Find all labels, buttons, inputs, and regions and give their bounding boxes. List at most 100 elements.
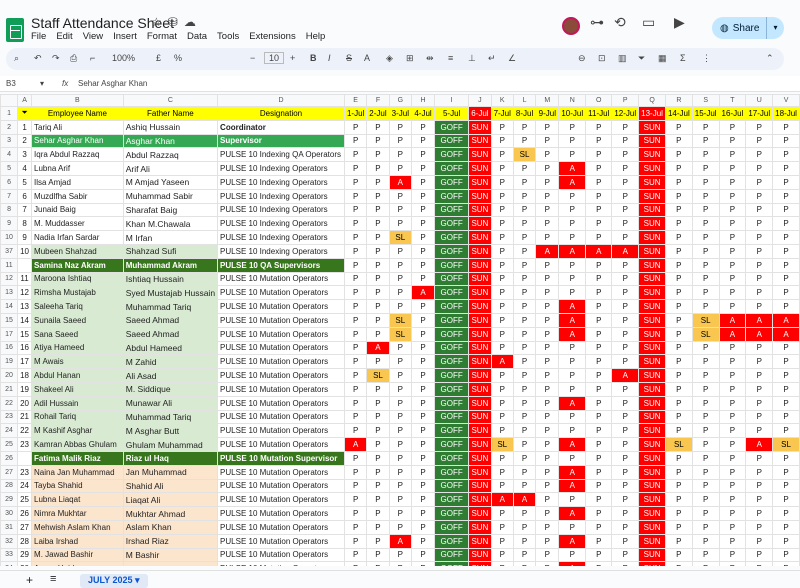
attendance-cell[interactable]: P [664,299,693,314]
attendance-cell[interactable]: P [772,202,800,218]
attendance-cell[interactable]: SUN [468,395,492,411]
attendance-cell[interactable]: P [512,395,537,411]
header-cell[interactable]: 9-Jul [535,106,560,121]
column-header-N[interactable]: N [558,94,587,107]
attendance-cell[interactable]: P [343,299,368,314]
attendance-cell[interactable]: P [535,423,560,439]
attendance-cell[interactable]: P [691,533,720,549]
attendance-cell[interactable]: SUN [638,285,666,301]
attendance-cell[interactable]: P [490,285,514,301]
attendance-cell[interactable]: P [388,119,412,135]
attendance-cell[interactable]: P [512,202,537,218]
attendance-cell[interactable]: P [585,216,613,232]
attendance-cell[interactable]: P [718,395,747,411]
father-cell[interactable]: Saeed Ahmad [122,326,219,342]
attendance-cell[interactable]: P [718,161,747,176]
attendance-cell[interactable]: P [611,202,640,218]
attendance-cell[interactable]: P [772,340,800,356]
designation-cell[interactable]: PULSE 10 Mutation Operators [217,437,345,452]
father-cell[interactable]: Abdul Hameed [122,340,219,356]
header-cell[interactable]: 2-Jul [366,106,390,121]
attendance-cell[interactable]: P [366,188,390,204]
attendance-cell[interactable]: P [535,202,560,218]
attendance-cell[interactable]: GOFF [434,119,470,135]
attendance-cell[interactable]: P [558,381,587,397]
attendance-cell[interactable]: P [410,492,436,508]
serial-cell[interactable]: 4 [17,161,33,176]
attendance-cell[interactable]: A [772,312,800,328]
attendance-cell[interactable]: P [410,354,436,370]
attendance-cell[interactable]: P [664,202,693,218]
attendance-cell[interactable]: P [490,561,514,566]
name-cell[interactable]: Adil Hussain [31,395,124,411]
attendance-cell[interactable]: P [611,257,640,273]
attendance-cell[interactable]: GOFF [434,202,470,218]
attendance-cell[interactable]: P [410,312,436,328]
attendance-cell[interactable]: P [512,188,537,204]
serial-cell[interactable]: 25 [17,492,33,508]
name-cell[interactable]: Kamran Abbas Ghulam [31,437,124,452]
attendance-cell[interactable]: P [535,230,560,245]
attendance-cell[interactable]: A [558,478,587,494]
attendance-cell[interactable]: P [343,354,368,370]
attendance-cell[interactable]: P [611,492,640,508]
attendance-cell[interactable]: P [745,243,774,259]
attendance-cell[interactable]: GOFF [434,395,470,411]
attendance-cell[interactable]: P [691,437,720,452]
attendance-cell[interactable]: P [512,230,537,245]
more-icon[interactable]: ⋮ [702,53,711,64]
attendance-cell[interactable]: P [611,133,640,149]
attendance-cell[interactable]: P [366,478,390,494]
father-cell[interactable]: M Bashir [122,547,219,563]
attendance-cell[interactable]: P [745,354,774,370]
attendance-cell[interactable]: P [585,423,613,439]
attendance-cell[interactable]: P [691,561,720,566]
serial-cell[interactable]: 19 [17,381,33,397]
designation-cell[interactable]: PULSE 10 Mutation Supervisor [217,450,345,466]
attendance-cell[interactable]: SUN [468,561,492,566]
attendance-cell[interactable]: P [558,450,587,466]
serial-cell[interactable]: 3 [17,147,33,163]
attendance-cell[interactable]: P [388,340,412,356]
attendance-cell[interactable]: P [512,161,537,176]
fill-color-icon[interactable]: ◈ [386,53,393,64]
attendance-cell[interactable]: P [585,395,613,411]
attendance-cell[interactable]: GOFF [434,340,470,356]
attendance-cell[interactable]: P [343,216,368,232]
attendance-cell[interactable]: P [410,409,436,425]
attendance-cell[interactable]: GOFF [434,188,470,204]
row-header[interactable]: 25 [0,437,19,452]
attendance-cell[interactable]: P [490,519,514,535]
designation-cell[interactable]: PULSE 10 Mutation Operators [217,326,345,342]
attendance-cell[interactable]: GOFF [434,326,470,342]
attendance-cell[interactable]: P [611,326,640,342]
attendance-cell[interactable]: P [745,478,774,494]
attendance-cell[interactable]: SUN [638,464,666,480]
row-header[interactable]: 34 [0,561,19,566]
attendance-cell[interactable]: SUN [468,450,492,466]
attendance-cell[interactable]: SUN [468,381,492,397]
attendance-cell[interactable]: P [366,381,390,397]
column-header-G[interactable]: G [388,94,412,107]
attendance-cell[interactable]: P [664,561,693,566]
attendance-cell[interactable]: GOFF [434,506,470,521]
attendance-cell[interactable]: SUN [638,423,666,439]
header-cell[interactable]: Father Name [122,106,219,121]
print-icon[interactable]: ⎙ [70,53,77,64]
attendance-cell[interactable]: SUN [638,381,666,397]
attendance-cell[interactable]: P [558,216,587,232]
attendance-cell[interactable]: A [558,174,587,190]
search-icon[interactable]: ⌕ [14,53,19,64]
header-cell[interactable]: 6-Jul [468,106,492,121]
attendance-cell[interactable]: P [512,533,537,549]
attendance-cell[interactable]: P [343,174,368,190]
attendance-cell[interactable]: P [611,409,640,425]
attendance-cell[interactable]: P [745,395,774,411]
valign-icon[interactable]: ⊥ [468,53,476,64]
serial-cell[interactable]: 18 [17,368,33,383]
attendance-cell[interactable]: P [558,423,587,439]
designation-cell[interactable]: PULSE 10 Mutation Operators [217,533,345,549]
attendance-cell[interactable]: P [772,230,800,245]
attendance-cell[interactable]: P [535,506,560,521]
attendance-cell[interactable]: P [490,547,514,563]
